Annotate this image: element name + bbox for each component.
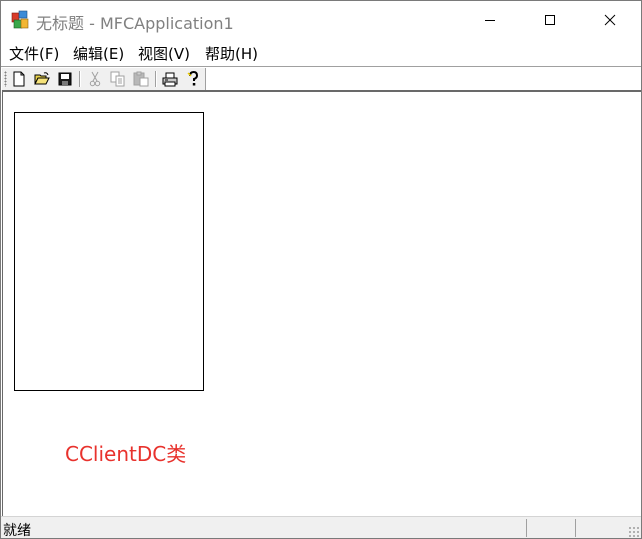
window-title: 无标题 - MFCApplication1 [36, 14, 234, 33]
minimize-button[interactable] [467, 1, 513, 39]
status-pane-num [575, 519, 624, 537]
open-folder-icon [34, 72, 50, 85]
new-file-icon [13, 71, 25, 87]
menu-edit[interactable]: 编辑(E) [73, 43, 124, 64]
menu-file[interactable]: 文件(F) [9, 43, 59, 64]
print-icon [162, 72, 178, 86]
cut-icon [89, 71, 101, 87]
title-bar[interactable]: 无标题 - MFCApplication1 [1, 1, 641, 39]
close-button[interactable] [587, 1, 633, 39]
toolbar-grip[interactable] [4, 71, 7, 87]
mfc-app-icon[interactable] [10, 10, 30, 30]
open-button[interactable] [33, 70, 51, 88]
copy-button[interactable] [109, 70, 127, 88]
toolbar-separator [155, 71, 157, 87]
drawn-rectangle [14, 112, 204, 391]
status-bar: 就绪 [1, 516, 641, 539]
status-text: 就绪 [3, 523, 31, 539]
maximize-button[interactable] [527, 1, 573, 39]
help-icon [187, 71, 199, 86]
close-icon [604, 14, 616, 26]
menu-view[interactable]: 视图(V) [138, 43, 190, 64]
menu-help[interactable]: 帮助(H) [205, 43, 258, 64]
save-icon [58, 72, 72, 86]
resize-grip[interactable] [628, 526, 640, 538]
standard-toolbar [2, 68, 206, 90]
maximize-icon [545, 15, 555, 25]
menu-bar: 文件(F) 编辑(E) 视图(V) 帮助(H) [1, 39, 641, 65]
copy-icon [110, 71, 125, 87]
client-area[interactable]: CClientDC类 [2, 90, 641, 516]
about-button[interactable] [184, 70, 202, 88]
status-pane-caps [526, 519, 575, 537]
print-button[interactable] [161, 70, 179, 88]
canvas-text: CClientDC类 [65, 442, 187, 466]
new-button[interactable] [10, 70, 28, 88]
toolbar-separator [79, 71, 81, 87]
paste-icon [133, 71, 149, 87]
toolbar-row [1, 66, 641, 91]
paste-button[interactable] [132, 70, 150, 88]
app-window: 无标题 - MFCApplication1 文件(F) 编辑(E) 视图(V) … [0, 0, 642, 539]
save-button[interactable] [56, 70, 74, 88]
cut-button[interactable] [86, 70, 104, 88]
minimize-icon [485, 20, 495, 21]
